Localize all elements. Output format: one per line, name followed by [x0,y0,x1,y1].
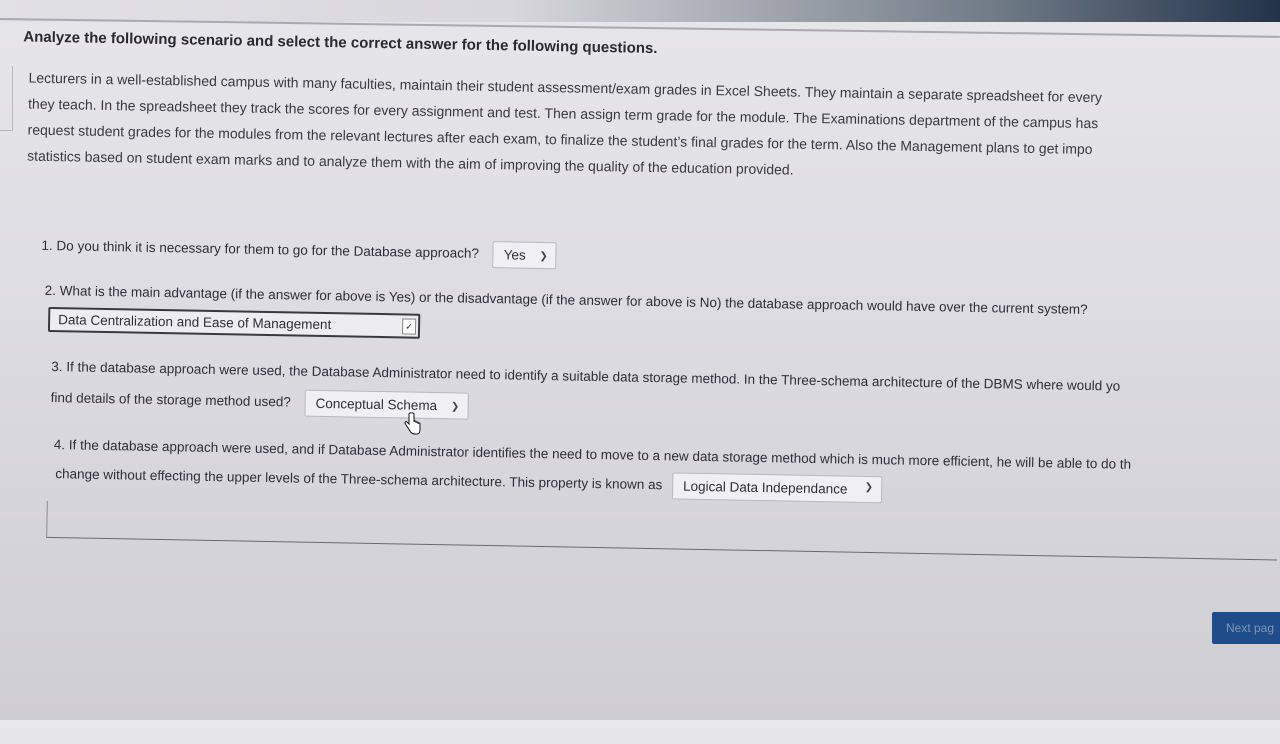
question-2-select[interactable]: Data Centralization and Ease of Manageme… [47,306,421,339]
chevron-down-icon: ✓ [401,318,417,335]
question-2-answer: Data Centralization and Ease of Manageme… [47,306,421,339]
question-3-select[interactable]: Conceptual Schema ❯ [304,389,469,420]
chevron-down-icon: ❯ [450,401,460,413]
question-4-selected: Logical Data Independance [682,478,848,497]
question-4-line2: change without effecting the upper level… [55,461,883,504]
question-1-text: 1. Do you think it is necessary for them… [41,237,480,261]
question-3-selected: Conceptual Schema [315,395,438,414]
quiz-page: Analyze the following scenario and selec… [0,0,1280,743]
hand-pointer-icon [404,412,421,435]
question-2-selected: Data Centralization and Ease of Manageme… [58,312,332,333]
question-container-border [46,500,1278,561]
question-1-select[interactable]: Yes ❯ [492,241,558,270]
chevron-down-icon: ❯ [864,481,874,494]
question-3-text-line2: find details of the storage method used? [50,390,291,410]
next-page-button[interactable]: Next pag [1212,612,1280,644]
scenario-text: Lecturers in a well-established campus w… [27,65,1280,192]
question-1: 1. Do you think it is necessary for them… [41,233,558,270]
question-4-text-line2: change without effecting the upper level… [55,466,663,493]
chevron-down-icon: ❯ [539,250,548,263]
instructions-heading: Analyze the following scenario and selec… [23,28,658,58]
question-4-select[interactable]: Logical Data Independance ❯ [671,472,883,504]
question-1-selected: Yes [503,247,526,263]
